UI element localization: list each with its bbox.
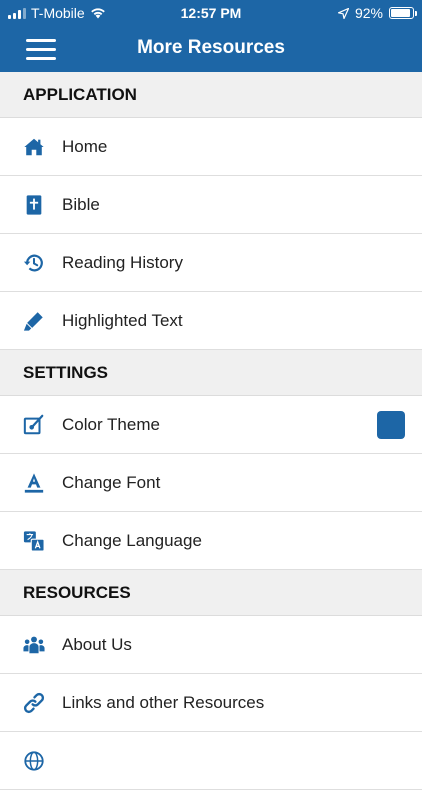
menu-item-label: Home [62, 136, 108, 156]
highlighter-icon [22, 309, 46, 333]
bible-icon [22, 193, 46, 217]
menu-item-change-language[interactable]: Change Language [0, 512, 422, 570]
menu-list: APPLICATION Home Bible Reading History H… [0, 72, 422, 790]
location-arrow-icon [337, 7, 349, 19]
menu-item-reading-history[interactable]: Reading History [0, 234, 422, 292]
status-right: 92% [337, 5, 417, 21]
battery-percent: 92% [354, 5, 383, 21]
menu-item-highlighted-text[interactable]: Highlighted Text [0, 292, 422, 350]
color-theme-swatch[interactable] [377, 411, 405, 439]
menu-item-about-us[interactable]: About Us [0, 616, 422, 674]
section-header-settings: SETTINGS [0, 350, 422, 396]
globe-icon [22, 749, 46, 773]
menu-item-label: About Us [62, 634, 132, 654]
menu-item-label: Change Language [62, 530, 202, 550]
menu-item-label: Color Theme [62, 414, 160, 434]
status-bar: T-Mobile 12:57 PM 92% [0, 0, 422, 26]
battery-fill [391, 9, 411, 17]
menu-item-label: Highlighted Text [62, 310, 183, 330]
menu-item-bible[interactable]: Bible [0, 176, 422, 234]
menu-item-label: Bible [62, 194, 100, 214]
page-title: More Resources [137, 37, 285, 58]
menu-item-label: Reading History [62, 252, 183, 272]
font-icon [22, 471, 46, 495]
menu-item-label: Change Font [62, 472, 161, 492]
nav-bar: More Resources [0, 26, 422, 72]
history-icon [22, 251, 46, 275]
menu-item-change-font[interactable]: Change Font [0, 454, 422, 512]
menu-item-label: Links and other Resources [62, 692, 265, 712]
battery-icon [389, 7, 417, 19]
menu-item-partial[interactable] [0, 732, 422, 790]
link-icon [22, 691, 46, 715]
home-icon [22, 135, 46, 159]
section-header-application: APPLICATION [0, 72, 422, 118]
color-theme-icon [22, 413, 46, 437]
menu-item-links-resources[interactable]: Links and other Resources [0, 674, 422, 732]
menu-item-home[interactable]: Home [0, 118, 422, 176]
language-icon [22, 529, 46, 553]
section-header-resources: RESOURCES [0, 570, 422, 616]
people-icon [22, 633, 46, 657]
menu-item-color-theme[interactable]: Color Theme [0, 396, 422, 454]
